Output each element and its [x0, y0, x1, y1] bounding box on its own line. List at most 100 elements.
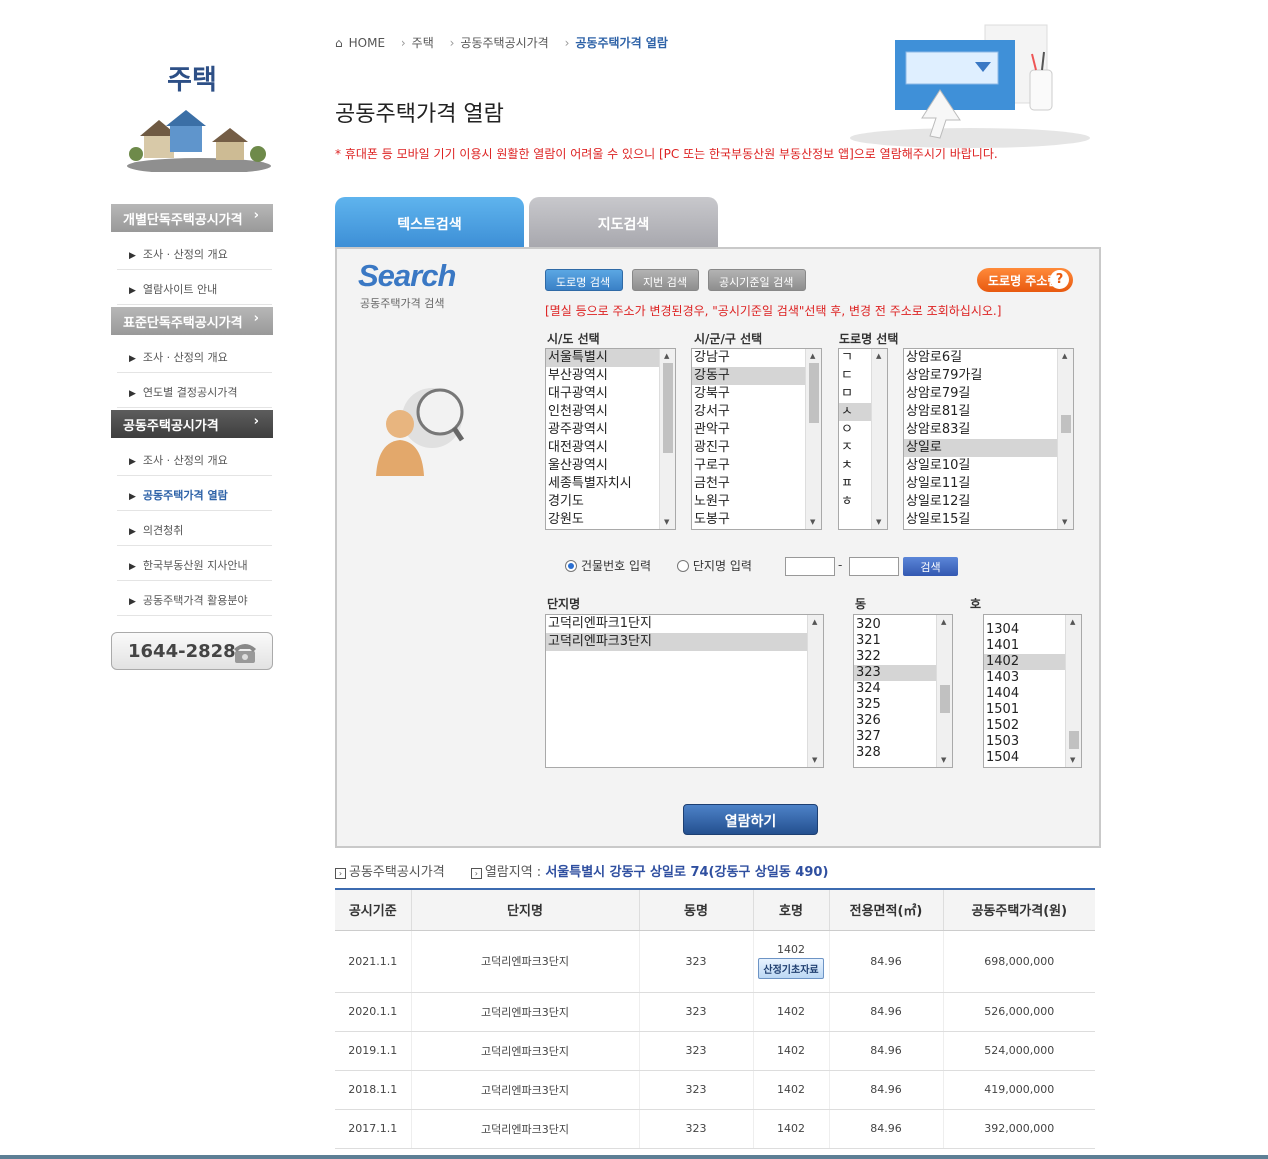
- scrollbar[interactable]: ▲ ▼: [1057, 349, 1073, 529]
- scroll-thumb[interactable]: [940, 685, 950, 713]
- scroll-thumb[interactable]: [809, 363, 819, 423]
- list-item[interactable]: 광진구: [692, 439, 821, 457]
- lot-number-search-button[interactable]: 지번 검색: [632, 269, 699, 291]
- sidebar-item-apartment-overview[interactable]: ▶ 조사 · 산정의 개요: [117, 441, 272, 476]
- home-icon: ⌂: [335, 36, 343, 50]
- ho-listbox[interactable]: 1304 1401 1402 1403 1404 1501 1502 1503 …: [983, 614, 1082, 768]
- scroll-thumb[interactable]: [1069, 731, 1079, 749]
- tab-map-search[interactable]: 지도검색: [529, 197, 718, 247]
- base-date-search-button[interactable]: 공시기준일 검색: [708, 269, 806, 291]
- sidebar-cat-standard[interactable]: 표준단독주택공시가격 ›: [111, 307, 273, 335]
- list-item[interactable]: 상암로81길: [904, 403, 1073, 421]
- sidebar-cat-individual[interactable]: 개별단독주택공시가격 ›: [111, 204, 273, 232]
- scroll-thumb[interactable]: [663, 363, 673, 453]
- sidebar-item-individual-sites[interactable]: ▶ 열람사이트 안내: [117, 270, 272, 305]
- sidebar-item-standard-yearly[interactable]: ▶ 연도별 결정공시가격: [117, 373, 272, 408]
- sidebar-item-individual-overview[interactable]: ▶ 조사 · 산정의 개요: [117, 235, 272, 270]
- scroll-down-icon[interactable]: ▼: [810, 518, 815, 526]
- scrollbar[interactable]: ▲ ▼: [1065, 615, 1081, 767]
- list-item[interactable]: 부산광역시: [546, 367, 675, 385]
- list-item[interactable]: 강원도: [546, 511, 675, 529]
- sidebar-item-apartment-branches[interactable]: ▶ 한국부동산원 지사안내: [117, 546, 272, 581]
- list-item[interactable]: 상암로6길: [904, 349, 1073, 367]
- list-item[interactable]: 인천광역시: [546, 403, 675, 421]
- scroll-down-icon[interactable]: ▼: [664, 518, 669, 526]
- radio-checked-icon[interactable]: [565, 560, 577, 572]
- list-item[interactable]: 상암로83길: [904, 421, 1073, 439]
- tab-text-search[interactable]: 텍스트검색: [335, 197, 524, 247]
- list-item[interactable]: 대구광역시: [546, 385, 675, 403]
- scroll-up-icon[interactable]: ▲: [810, 352, 815, 360]
- list-item[interactable]: 상일로12길: [904, 493, 1073, 511]
- scroll-down-icon[interactable]: ▼: [812, 756, 817, 764]
- scroll-up-icon[interactable]: ▲: [812, 618, 817, 626]
- list-item[interactable]: 광주광역시: [546, 421, 675, 439]
- list-item[interactable]: 금천구: [692, 475, 821, 493]
- list-item[interactable]: 고덕리엔파크1단지: [546, 615, 823, 633]
- road-name-search-button[interactable]: 도로명 검색: [545, 269, 623, 291]
- building-number-main-input[interactable]: [785, 557, 835, 576]
- list-item[interactable]: 구로구: [692, 457, 821, 475]
- list-item[interactable]: 강동구: [692, 367, 821, 385]
- sidebar-item-standard-overview[interactable]: ▶ 조사 · 산정의 개요: [117, 338, 272, 373]
- breadcrumb-housing[interactable]: 주택: [412, 36, 434, 50]
- sido-listbox[interactable]: 서울특별시 부산광역시 대구광역시 인천광역시 광주광역시 대전광역시 울산광역…: [545, 348, 676, 530]
- list-item[interactable]: 강남구: [692, 349, 821, 367]
- scrollbar[interactable]: ▲ ▼: [659, 349, 675, 529]
- list-item[interactable]: 상일로11길: [904, 475, 1073, 493]
- scroll-down-icon[interactable]: ▼: [1070, 756, 1075, 764]
- view-button[interactable]: 열람하기: [683, 804, 818, 835]
- breadcrumb-apartment[interactable]: 공동주택공시가격: [460, 36, 548, 50]
- scroll-up-icon[interactable]: ▲: [941, 618, 946, 626]
- scrollbar[interactable]: ▲ ▼: [871, 349, 887, 529]
- list-item[interactable]: 경기도: [546, 493, 675, 511]
- road-label: 도로명 선택: [839, 332, 899, 346]
- scrollbar[interactable]: ▲ ▼: [805, 349, 821, 529]
- number-search-button[interactable]: 검색: [903, 557, 958, 576]
- sidebar-item-apartment-view[interactable]: ▶ 공동주택가격 열람: [117, 476, 272, 511]
- list-item[interactable]: 세종특별자치시: [546, 475, 675, 493]
- road-help-label: 도로명 주소란: [988, 274, 1059, 288]
- list-item[interactable]: 상일로15길: [904, 511, 1073, 529]
- list-item[interactable]: 울산광역시: [546, 457, 675, 475]
- scroll-up-icon[interactable]: ▲: [876, 352, 881, 360]
- road-initial-listbox[interactable]: ㄱ ㄷ ㅁ ㅅ ㅇ ㅈ ㅊ ㅍ ㅎ ▲ ▼: [838, 348, 888, 530]
- list-item[interactable]: 상일로: [904, 439, 1073, 457]
- breadcrumb-current: 공동주택가격 열람: [575, 36, 668, 50]
- breadcrumb-home[interactable]: HOME: [349, 36, 385, 50]
- sidebar-cat-apartment[interactable]: 공동주택공시가격 ›: [111, 410, 273, 438]
- sidebar-item-apartment-opinion[interactable]: ▶ 의견청취: [117, 511, 272, 546]
- scrollbar[interactable]: ▲ ▼: [807, 615, 823, 767]
- calculation-data-button[interactable]: 산정기초자료: [758, 958, 824, 979]
- radio-building-number[interactable]: 건물번호 입력: [565, 559, 651, 573]
- scroll-down-icon[interactable]: ▼: [876, 518, 881, 526]
- scroll-up-icon[interactable]: ▲: [1062, 352, 1067, 360]
- sidebar-item-label: 조사 · 산정의 개요: [142, 351, 228, 364]
- list-item[interactable]: 관악구: [692, 421, 821, 439]
- list-item[interactable]: 강북구: [692, 385, 821, 403]
- list-item[interactable]: 고덕리엔파크3단지: [546, 633, 823, 651]
- radio-unchecked-icon[interactable]: [676, 560, 689, 572]
- dong-listbox[interactable]: 320 321 322 323 324 325 326 327 328 ▲ ▼: [853, 614, 953, 768]
- list-item[interactable]: 상암로79길: [904, 385, 1073, 403]
- scroll-up-icon[interactable]: ▲: [664, 352, 669, 360]
- sidebar-item-apartment-usage[interactable]: ▶ 공동주택가격 활용분야: [117, 581, 272, 616]
- scroll-thumb[interactable]: [1061, 415, 1071, 433]
- radio-complex-name[interactable]: 단지명 입력: [676, 559, 752, 573]
- building-number-sub-input[interactable]: [849, 557, 899, 576]
- list-item[interactable]: 노원구: [692, 493, 821, 511]
- list-item[interactable]: 대전광역시: [546, 439, 675, 457]
- road-name-listbox[interactable]: 상암로6길 상암로79가길 상암로79길 상암로81길 상암로83길 상일로 상…: [903, 348, 1074, 530]
- scroll-down-icon[interactable]: ▼: [1062, 518, 1067, 526]
- scroll-down-icon[interactable]: ▼: [941, 756, 946, 764]
- list-item[interactable]: 상암로79가길: [904, 367, 1073, 385]
- scrollbar[interactable]: ▲ ▼: [936, 615, 952, 767]
- list-item[interactable]: 도봉구: [692, 511, 821, 529]
- road-address-help-button[interactable]: 도로명 주소란?: [977, 268, 1073, 292]
- complex-listbox[interactable]: 고덕리엔파크1단지 고덕리엔파크3단지 ▲ ▼: [545, 614, 824, 768]
- sigungu-listbox[interactable]: 강남구 강동구 강북구 강서구 관악구 광진구 구로구 금천구 노원구 도봉구 …: [691, 348, 822, 530]
- list-item[interactable]: 상일로10길: [904, 457, 1073, 475]
- list-item[interactable]: 강서구: [692, 403, 821, 421]
- scroll-up-icon[interactable]: ▲: [1070, 618, 1075, 626]
- list-item[interactable]: 서울특별시: [546, 349, 675, 367]
